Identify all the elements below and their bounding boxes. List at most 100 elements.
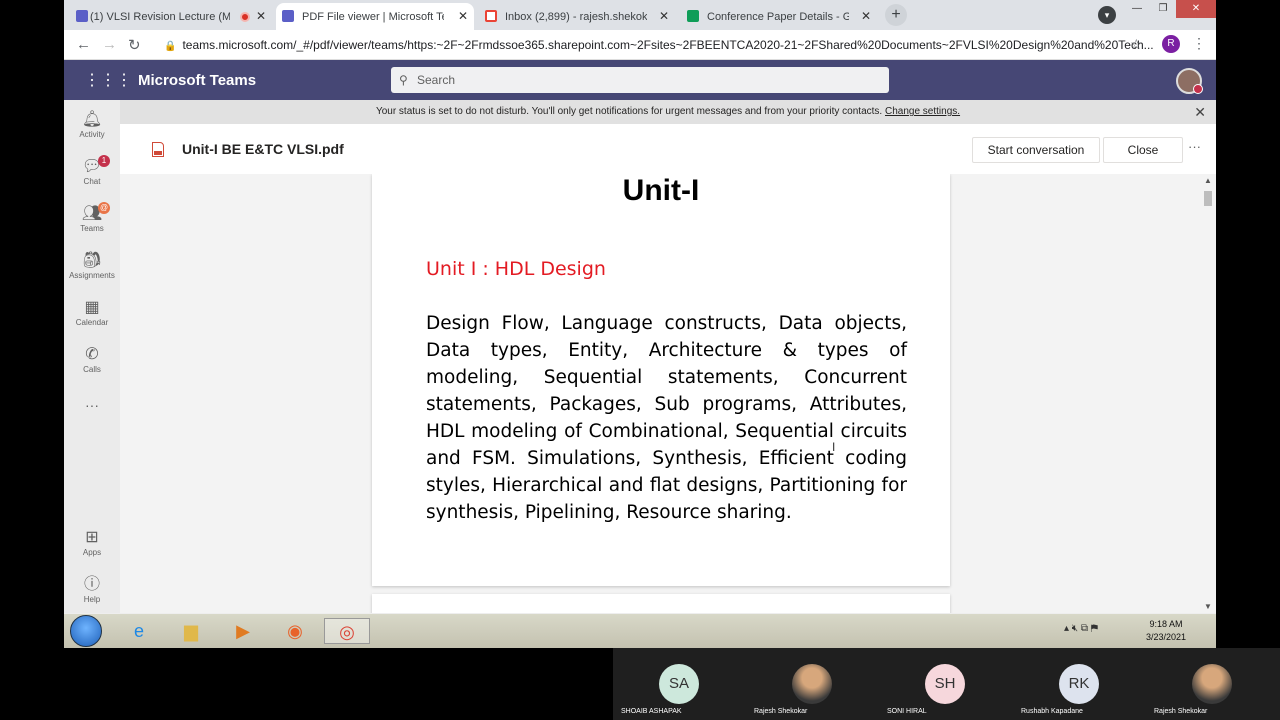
sheets-icon: [687, 10, 699, 22]
participant-avatar: [1192, 664, 1232, 704]
minimize-button[interactable]: —: [1124, 0, 1150, 18]
user-avatar[interactable]: [1176, 68, 1203, 94]
close-icon[interactable]: ✕: [659, 9, 669, 23]
reload-icon[interactable]: ↻: [128, 36, 141, 54]
url-field[interactable]: 🔒 teams.microsoft.com/_#/pdf/viewer/teams…: [164, 33, 1174, 57]
windows-taskbar: e ▆ ▶ ◉ ◎ ▴ 🔇︎ ⧉ ⚑ 9:18 AM 3/23/2021: [64, 613, 1216, 648]
participant-name: Rushabh Kapadane: [1021, 708, 1083, 715]
rail-item-calendar[interactable]: ▦ Calendar: [64, 298, 120, 327]
rail-label: Help: [83, 595, 101, 604]
scroll-up-icon[interactable]: ▲: [1204, 176, 1212, 185]
rail-label: Chat: [83, 177, 101, 186]
teams-header: ⋮⋮⋮ Microsoft Teams ⚲ Search: [64, 60, 1216, 100]
help-icon: ⓘ: [83, 576, 100, 593]
rail-item-activity[interactable]: 🔔︎ Activity: [64, 110, 120, 139]
tab-title: Conference Paper Details - Goog: [707, 10, 849, 23]
recording-icon: [240, 12, 250, 22]
chat-icon: 💬︎: [81, 158, 103, 175]
url-text: teams.microsoft.com/_#/pdf/viewer/teams/…: [182, 38, 1154, 52]
pdf-file-icon: [152, 142, 164, 157]
teams-icon: [76, 10, 88, 22]
close-icon[interactable]: ✕: [1194, 100, 1206, 124]
start-conversation-button[interactable]: Start conversation: [972, 137, 1100, 163]
rail-label: Calls: [83, 365, 101, 374]
participant-name: Rajesh Shekokar: [1154, 708, 1208, 715]
back-icon[interactable]: ←: [76, 36, 91, 53]
tab-title: Inbox (2,899) - rajesh.shekokar@: [505, 10, 647, 23]
clock[interactable]: 9:18 AM 3/23/2021: [1146, 618, 1186, 644]
scroll-down-icon[interactable]: ▼: [1204, 602, 1212, 611]
more-apps-button[interactable]: ···: [64, 397, 120, 413]
page-title: Unit-I: [622, 174, 700, 207]
participant-name: SONI HIRAL: [887, 708, 927, 715]
rail-label: Apps: [82, 548, 102, 557]
forward-icon[interactable]: →: [102, 36, 117, 53]
more-options-icon[interactable]: ···: [1188, 139, 1201, 154]
participant-avatar: SH: [925, 664, 965, 704]
new-tab-button[interactable]: +: [885, 4, 907, 26]
media-player-icon[interactable]: ▶: [228, 618, 258, 644]
rail-item-assignments[interactable]: 🎒︎ Assignments: [64, 251, 120, 280]
close-button[interactable]: Close: [1103, 137, 1183, 163]
left-rail: 🔔︎ Activity 💬︎ 1 Chat 👥︎ @ Teams 🎒︎ Assi…: [64, 100, 120, 613]
pdf-viewer[interactable]: Unit-I Unit I : HDL Design Design Flow, …: [120, 174, 1216, 613]
app-launcher-icon[interactable]: ⋮⋮⋮: [84, 70, 132, 90]
viewer-scrollbar[interactable]: ▲ ▼: [1200, 174, 1216, 613]
dnd-status-banner: Your status is set to do not disturb. Yo…: [120, 100, 1216, 124]
clock-time: 9:18 AM: [1149, 619, 1183, 629]
close-icon[interactable]: ✕: [458, 9, 468, 23]
pdf-page: Unit-I Unit I : HDL Design Design Flow, …: [372, 174, 950, 586]
firefox-icon[interactable]: ◉: [280, 618, 310, 644]
browser-tab-vlsi-lecture[interactable]: (1) VLSI Revision Lecture (Mi ✕: [72, 3, 272, 30]
screen-left-border: [0, 0, 64, 648]
assignments-icon: 🎒︎: [81, 252, 103, 269]
rail-label: Activity: [79, 130, 105, 139]
rail-item-teams[interactable]: 👥︎ @ Teams: [64, 202, 120, 233]
file-explorer-icon[interactable]: ▆: [176, 618, 206, 644]
rail-item-apps[interactable]: ⊞ Apps: [64, 528, 120, 557]
rail-label: Teams: [80, 224, 104, 233]
scroll-thumb[interactable]: [1204, 191, 1212, 206]
participant-name: Rajesh Shekokar: [754, 708, 808, 715]
search-placeholder: Search: [417, 73, 456, 87]
participant-name: SHOAIB ASHAPAK: [621, 708, 682, 715]
close-icon[interactable]: ✕: [861, 9, 871, 23]
participant-tile[interactable]: Rajesh Shekokar: [1146, 648, 1279, 720]
start-button[interactable]: [70, 615, 102, 647]
participant-tile[interactable]: Rajesh Shekokar: [746, 648, 879, 720]
profile-avatar[interactable]: R: [1162, 35, 1180, 53]
search-icon: ⚲: [399, 73, 408, 87]
participant-avatar: RK: [1059, 664, 1099, 704]
browser-tab-pdf-viewer[interactable]: PDF File viewer | Microsoft Team ✕: [276, 3, 474, 30]
calendar-icon: ▦: [84, 299, 100, 316]
bell-icon: 🔔︎: [81, 111, 103, 128]
close-icon[interactable]: ✕: [256, 9, 266, 23]
browser-menu-icon[interactable]: ⋮: [1192, 35, 1206, 52]
teams-icon: [282, 10, 294, 22]
system-tray-icons[interactable]: ▴ 🔇︎ ⧉ ⚑: [1064, 623, 1098, 634]
text-cursor-icon: I: [832, 440, 836, 454]
participant-tile[interactable]: SH SONI HIRAL: [879, 648, 1012, 720]
participants-strip: SA SHOAIB ASHAPAK Rajesh Shekokar SH SON…: [613, 648, 1280, 720]
window-close-button[interactable]: ✕: [1176, 0, 1216, 18]
participant-tile[interactable]: RK Rushabh Kapadane: [1013, 648, 1146, 720]
search-input[interactable]: ⚲ Search: [391, 67, 889, 93]
maximize-button[interactable]: ❐: [1150, 0, 1176, 18]
change-settings-link[interactable]: Change settings.: [885, 106, 960, 117]
rail-item-chat[interactable]: 💬︎ 1 Chat: [64, 155, 120, 186]
clock-date: 3/23/2021: [1146, 632, 1187, 642]
rail-label: Assignments: [69, 271, 115, 280]
rail-item-help[interactable]: ⓘ Help: [64, 575, 120, 604]
browser-tab-gmail[interactable]: Inbox (2,899) - rajesh.shekokar@ ✕: [479, 3, 675, 30]
browser-tab-sheets[interactable]: Conference Paper Details - Goog ✕: [681, 3, 877, 30]
phone-icon: ✆: [85, 346, 99, 363]
ellipsis-icon: ···: [85, 397, 99, 413]
chrome-icon[interactable]: ◎: [324, 618, 370, 644]
participant-tile[interactable]: SA SHOAIB ASHAPAK: [613, 648, 746, 720]
pdf-next-page: [372, 594, 950, 613]
bookmark-star-icon[interactable]: ☆: [1130, 36, 1143, 53]
rail-item-calls[interactable]: ✆ Calls: [64, 345, 120, 374]
banner-text: Your status is set to do not disturb. Yo…: [375, 106, 883, 117]
internet-explorer-icon[interactable]: e: [124, 618, 154, 644]
download-icon[interactable]: ▾: [1098, 6, 1116, 24]
